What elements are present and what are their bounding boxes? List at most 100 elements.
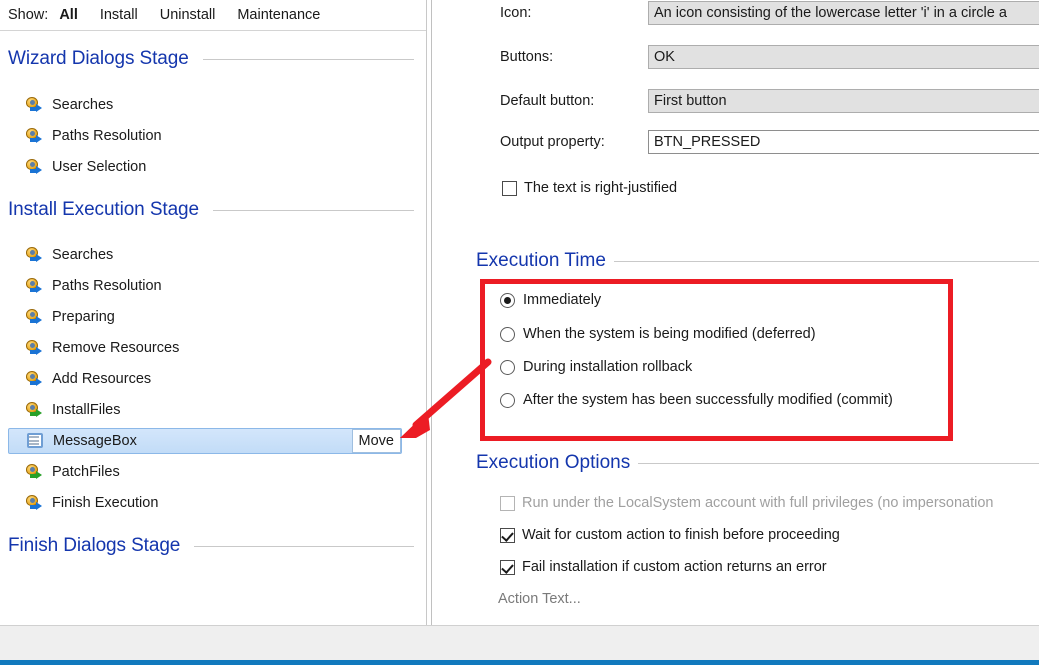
tree-item-add-resources[interactable]: Add Resources	[8, 367, 402, 391]
custom-action-icon	[25, 127, 43, 145]
checkbox-icon[interactable]	[500, 527, 515, 543]
filter-uninstall[interactable]: Uninstall	[160, 7, 216, 23]
custom-action-icon	[25, 96, 43, 114]
tree-item-remove-resources[interactable]: Remove Resources	[8, 336, 402, 360]
tree-item-label: PatchFiles	[52, 464, 120, 480]
icon-combobox[interactable]: An icon consisting of the lowercase lett…	[648, 1, 1039, 25]
icon-label: Icon:	[500, 5, 532, 21]
execution-options-title: Execution Options	[476, 452, 631, 473]
tree-item-label: Finish Execution	[52, 495, 159, 511]
fail-on-error-label: Fail installation if custom action retur…	[522, 559, 827, 575]
default-button-label: Default button:	[500, 93, 595, 109]
stage-title: Install Execution Stage	[8, 199, 199, 220]
checkbox-icon	[500, 495, 515, 511]
tree-item-label: Searches	[52, 97, 114, 113]
group-rule	[638, 462, 1039, 464]
tree-item-installfiles[interactable]: InstallFiles	[8, 398, 402, 422]
show-filter-bar: Show: All Install Uninstall Maintenance	[0, 0, 426, 31]
tree-item-label: Paths Resolution	[52, 278, 162, 294]
tree-item-install-paths-resolution[interactable]: Paths Resolution	[8, 274, 402, 298]
field-row-output-property: Output property: BTN_PRESSED	[436, 130, 1039, 154]
tree-item-label: Remove Resources	[52, 340, 180, 356]
tree-item-wizard-paths-resolution[interactable]: Paths Resolution	[8, 124, 402, 148]
custom-action-icon	[25, 463, 43, 481]
output-property-label: Output property:	[500, 134, 605, 150]
radio-label: When the system is being modified (defer…	[523, 326, 816, 342]
stage-header-install-execution: Install Execution Stage	[8, 199, 418, 221]
custom-action-icon	[25, 401, 43, 419]
wait-for-finish-label: Wait for custom action to finish before …	[522, 527, 840, 543]
action-text-link[interactable]: Action Text...	[498, 591, 581, 607]
group-header-execution-time: Execution Time	[476, 250, 1039, 272]
localsystem-label: Run under the LocalSystem account with f…	[522, 495, 994, 511]
panel-splitter[interactable]	[428, 0, 436, 625]
radio-icon[interactable]	[500, 292, 515, 308]
checkbox-row-fail-on-error[interactable]: Fail installation if custom action retur…	[500, 559, 827, 575]
right-justified-checkbox-row[interactable]: The text is right-justified	[502, 180, 677, 196]
tree-item-label: InstallFiles	[52, 402, 121, 418]
radio-row-deferred[interactable]: When the system is being modified (defer…	[500, 326, 816, 342]
radio-label: Immediately	[523, 292, 602, 308]
dialog-icon	[26, 433, 44, 449]
checkbox-row-localsystem: Run under the LocalSystem account with f…	[500, 495, 994, 511]
taskbar-strip	[0, 660, 1039, 665]
custom-action-icon	[25, 308, 43, 326]
custom-action-icon	[25, 339, 43, 357]
field-row-icon: Icon: An icon consisting of the lowercas…	[436, 1, 1039, 25]
stage-rule	[194, 545, 414, 547]
output-property-input[interactable]: BTN_PRESSED	[648, 130, 1039, 154]
group-rule	[613, 260, 1039, 262]
radio-icon[interactable]	[500, 326, 515, 342]
custom-action-icon	[25, 277, 43, 295]
filter-install[interactable]: Install	[100, 7, 138, 23]
tree-item-label: Searches	[52, 247, 114, 263]
stage-header-finish-dialogs: Finish Dialogs Stage	[8, 535, 418, 557]
sequence-tree-panel: Show: All Install Uninstall Maintenance …	[0, 0, 427, 625]
tree-item-label: Paths Resolution	[52, 128, 162, 144]
filter-maintenance[interactable]: Maintenance	[237, 7, 320, 23]
radio-label: During installation rollback	[523, 359, 693, 375]
installer-custom-action-editor: Show: All Install Uninstall Maintenance …	[0, 0, 1039, 665]
radio-row-immediately[interactable]: Immediately	[500, 292, 601, 308]
checkbox-icon[interactable]	[500, 559, 515, 575]
tree-item-preparing[interactable]: Preparing	[8, 305, 402, 329]
field-row-buttons: Buttons: OK	[436, 45, 1039, 69]
tree-item-label: Preparing	[52, 309, 115, 325]
default-button-combobox[interactable]: First button	[648, 89, 1039, 113]
stage-header-wizard-dialogs: Wizard Dialogs Stage	[8, 48, 418, 70]
tree-item-finish-execution[interactable]: Finish Execution	[8, 491, 402, 515]
radio-label: After the system has been successfully m…	[523, 392, 893, 408]
stage-rule	[213, 209, 414, 211]
radio-icon[interactable]	[500, 359, 515, 375]
tree-item-label: MessageBox	[53, 433, 137, 449]
buttons-label: Buttons:	[500, 49, 554, 65]
tree-item-wizard-user-selection[interactable]: User Selection	[8, 155, 402, 179]
stage-title: Wizard Dialogs Stage	[8, 48, 189, 69]
custom-action-icon	[25, 494, 43, 512]
custom-action-details-panel: Icon: An icon consisting of the lowercas…	[436, 0, 1039, 625]
stage-title: Finish Dialogs Stage	[8, 535, 181, 556]
tree-item-messagebox[interactable]: MessageBox Move	[8, 428, 402, 454]
group-header-execution-options: Execution Options	[476, 452, 1039, 474]
custom-action-icon	[25, 158, 43, 176]
field-row-default-button: Default button: First button	[436, 89, 1039, 113]
right-justified-label: The text is right-justified	[524, 180, 678, 196]
radio-icon[interactable]	[500, 392, 515, 408]
tree-item-patchfiles[interactable]: PatchFiles	[8, 460, 402, 484]
filter-all[interactable]: All	[59, 7, 78, 23]
buttons-combobox[interactable]: OK	[648, 45, 1039, 69]
custom-action-icon	[25, 370, 43, 388]
execution-time-title: Execution Time	[476, 250, 606, 271]
tree-item-label: User Selection	[52, 159, 147, 175]
tree-item-wizard-searches[interactable]: Searches	[8, 93, 402, 117]
custom-action-icon	[25, 246, 43, 264]
checkbox-row-wait-for-finish[interactable]: Wait for custom action to finish before …	[500, 527, 840, 543]
stage-rule	[202, 58, 414, 60]
move-button[interactable]: Move	[351, 429, 401, 453]
checkbox-icon[interactable]	[502, 180, 517, 196]
radio-row-rollback[interactable]: During installation rollback	[500, 359, 692, 375]
tree-item-install-searches[interactable]: Searches	[8, 243, 402, 267]
tree-item-label: Add Resources	[52, 371, 152, 387]
show-label: Show:	[8, 7, 49, 23]
radio-row-commit[interactable]: After the system has been successfully m…	[500, 392, 893, 408]
